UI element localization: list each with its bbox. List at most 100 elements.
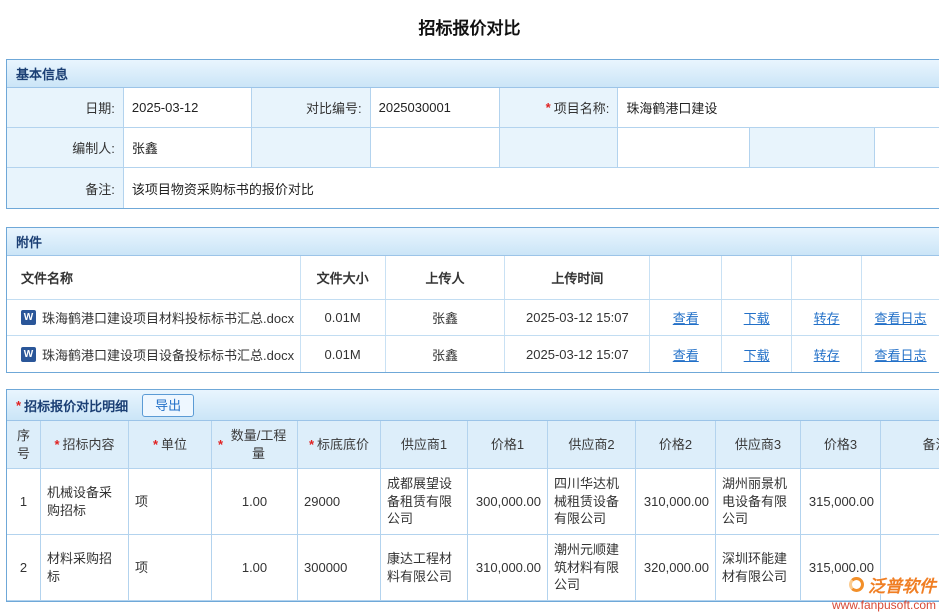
save-as-link[interactable]: 转存 (814, 308, 840, 327)
basic-info-title: 基本信息 (16, 64, 68, 83)
col-remark: 备注 (881, 421, 939, 468)
seq: 1 (7, 469, 41, 534)
detail-table: 序号 *招标内容 *单位 *数量/工程量 *标底底价 供应商1 价 (7, 421, 939, 601)
col-base-price: *标底底价 (298, 421, 381, 468)
basic-info-row-1: 日期: 2025-03-12 对比编号: 2025030001 * 项目名称: … (7, 88, 939, 128)
col-file-name: 文件名称 (7, 256, 301, 299)
supplier-1: 成都展望设备租赁有限公司 (381, 469, 468, 534)
attachments-header-row: 文件名称 文件大小 上传人 上传时间 (7, 256, 939, 300)
basic-info-row-3: 备注: 该项目物资采购标书的报价对比 (7, 168, 939, 208)
word-doc-icon: W (21, 347, 36, 362)
project-name-label: * 项目名称: (500, 88, 618, 127)
supplier-1: 康达工程材料有限公司 (381, 535, 468, 600)
price-2: 320,000.00 (636, 535, 716, 600)
download-link[interactable]: 下载 (744, 345, 770, 364)
empty-cell (750, 128, 875, 167)
col-price-2: 价格2 (636, 421, 716, 468)
detail-row: 2 材料采购招标 项 1.00 300000 康达工程材料有限公司 310,00… (7, 535, 939, 601)
detail-row: 1 机械设备采购招标 项 1.00 29000 成都展望设备租赁有限公司 300… (7, 469, 939, 535)
basic-info-row-2: 编制人: 张鑫 (7, 128, 939, 168)
col-seq: 序号 (7, 421, 41, 468)
attachment-row: W 珠海鹤港口建设项目材料投标标书汇总.docx 0.01M 张鑫 2025-0… (7, 300, 939, 336)
col-unit: *单位 (129, 421, 212, 468)
download-link[interactable]: 下载 (744, 308, 770, 327)
view-log-link[interactable]: 查看日志 (875, 345, 927, 364)
project-name-label-text: 项目名称: (554, 98, 610, 117)
view-log-link[interactable]: 查看日志 (875, 308, 927, 327)
empty-cell (875, 128, 939, 167)
detail-title: 招标报价对比明细 (24, 396, 128, 415)
supplier-2: 四川华达机械租赁设备有限公司 (548, 469, 636, 534)
export-button[interactable]: 导出 (142, 394, 194, 417)
price-1: 300,000.00 (468, 469, 548, 534)
col-action-1 (650, 256, 722, 299)
base-price: 300000 (298, 535, 381, 600)
empty-cell (371, 128, 501, 167)
basic-info-section-header: 基本信息 (7, 60, 939, 88)
detail-header-row: 序号 *招标内容 *单位 *数量/工程量 *标底底价 供应商1 价 (7, 421, 939, 469)
required-mark: * (54, 436, 59, 454)
upload-time: 2025-03-12 15:07 (505, 300, 650, 335)
col-price-1: 价格1 (468, 421, 548, 468)
seq: 2 (7, 535, 41, 600)
attachments-title: 附件 (16, 232, 42, 251)
qty: 1.00 (212, 535, 298, 600)
base-price: 29000 (298, 469, 381, 534)
remark-value: 该项目物资采购标书的报价对比 (124, 168, 939, 208)
empty-cell (618, 128, 750, 167)
author-label: 编制人: (7, 128, 124, 167)
col-supplier-1: 供应商1 (381, 421, 468, 468)
supplier-3: 深圳环能建材有限公司 (716, 535, 801, 600)
file-name: 珠海鹤港口建设项目设备投标标书汇总.docx (42, 345, 294, 364)
unit: 项 (129, 469, 212, 534)
qty: 1.00 (212, 469, 298, 534)
price-3: 315,000.00 (801, 469, 881, 534)
required-mark: * (153, 436, 158, 454)
upload-time: 2025-03-12 15:07 (505, 336, 650, 372)
col-content: *招标内容 (41, 421, 129, 468)
remark (881, 469, 939, 534)
date-label: 日期: (7, 88, 124, 127)
remark-label: 备注: (7, 168, 124, 208)
detail-section-header: * 招标报价对比明细 导出 (7, 390, 939, 421)
view-link[interactable]: 查看 (673, 308, 699, 327)
file-name-cell: W 珠海鹤港口建设项目材料投标标书汇总.docx (7, 300, 301, 335)
attachments-section: 附件 文件名称 文件大小 上传人 上传时间 W 珠海鹤港口建设项目材料投标标书汇… (6, 227, 939, 373)
file-size: 0.01M (301, 300, 386, 335)
required-mark: * (16, 398, 21, 413)
price-1: 310,000.00 (468, 535, 548, 600)
attachments-section-header: 附件 (7, 228, 939, 256)
author-value: 张鑫 (124, 128, 252, 167)
page-title: 招标报价对比 (0, 0, 939, 39)
file-name: 珠海鹤港口建设项目材料投标标书汇总.docx (42, 308, 294, 327)
col-supplier-2: 供应商2 (548, 421, 636, 468)
detail-section: * 招标报价对比明细 导出 序号 *招标内容 *单位 *数量/工程量 (6, 389, 939, 602)
supplier-2: 潮州元顺建筑材料有限公司 (548, 535, 636, 600)
col-price-3: 价格3 (801, 421, 881, 468)
required-mark: * (546, 100, 551, 115)
file-name-cell: W 珠海鹤港口建设项目设备投标标书汇总.docx (7, 336, 301, 372)
required-mark: * (218, 436, 223, 454)
supplier-3: 湖州丽景机电设备有限公司 (716, 469, 801, 534)
view-link[interactable]: 查看 (673, 345, 699, 364)
price-3: 315,000.00 (801, 535, 881, 600)
col-supplier-3: 供应商3 (716, 421, 801, 468)
word-doc-icon: W (21, 310, 36, 325)
remark (881, 535, 939, 600)
col-file-size: 文件大小 (301, 256, 386, 299)
save-as-link[interactable]: 转存 (814, 345, 840, 364)
uploader: 张鑫 (386, 300, 506, 335)
project-name-value: 珠海鹤港口建设 (618, 88, 939, 127)
date-value: 2025-03-12 (124, 88, 252, 127)
detail-table-clip: 序号 *招标内容 *单位 *数量/工程量 *标底底价 供应商1 价 (7, 421, 939, 601)
compare-no-label: 对比编号: (252, 88, 371, 127)
col-action-4 (862, 256, 939, 299)
uploader: 张鑫 (386, 336, 506, 372)
bid-comparison-page: 招标报价对比 基本信息 日期: 2025-03-12 对比编号: 2025030… (0, 0, 939, 602)
unit: 项 (129, 535, 212, 600)
price-2: 310,000.00 (636, 469, 716, 534)
attachment-row: W 珠海鹤港口建设项目设备投标标书汇总.docx 0.01M 张鑫 2025-0… (7, 336, 939, 372)
empty-cell (500, 128, 618, 167)
col-action-2 (722, 256, 792, 299)
empty-cell (252, 128, 371, 167)
